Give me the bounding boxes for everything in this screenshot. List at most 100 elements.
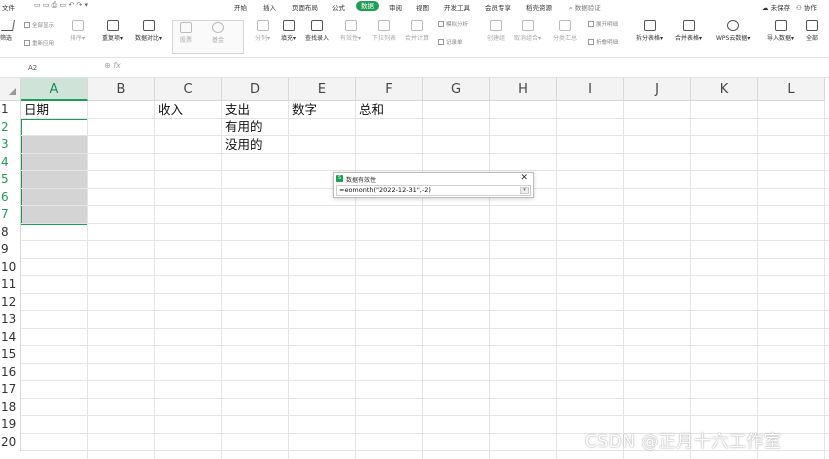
spreadsheet-grid[interactable]: A B C D E F G H I J K L 1 2 3 4 5 6 7 8 9 10 11 12 13 14 15 16 17 18 1… bbox=[0, 78, 829, 459]
collapse-dialog-button[interactable]: ▾ bbox=[520, 187, 529, 194]
column-header-a[interactable]: A bbox=[21, 78, 88, 101]
merge-table-icon bbox=[682, 20, 695, 31]
merge-table-button[interactable]: 合并表格▾ bbox=[675, 20, 702, 42]
filter-button[interactable]: 筛选 bbox=[0, 20, 15, 42]
tab-formula[interactable]: 公式 bbox=[332, 2, 345, 12]
zoom-icon: ⊕ bbox=[104, 61, 114, 70]
column-header-h[interactable]: H bbox=[490, 78, 557, 101]
row-header-18[interactable]: 18 bbox=[0, 398, 21, 416]
row-header-9[interactable]: 9 bbox=[0, 241, 21, 259]
lookup-button[interactable]: 查找录入 bbox=[305, 20, 329, 42]
expand-icon bbox=[588, 21, 594, 27]
column-header-g[interactable]: G bbox=[423, 78, 490, 101]
tab-docer[interactable]: 稻壳资源 bbox=[526, 2, 552, 12]
import-data-button[interactable]: 导入数据▾ bbox=[767, 20, 794, 42]
collaborate-button[interactable]: ⚇ 协作 bbox=[796, 2, 817, 12]
row-header-3[interactable]: 3 bbox=[0, 136, 21, 154]
dropdown-list-button[interactable]: 下拉列表 bbox=[372, 20, 396, 42]
column-header-b[interactable]: B bbox=[88, 78, 155, 101]
cell-d1[interactable]: 支出 bbox=[225, 102, 250, 118]
lookup-icon bbox=[311, 20, 323, 31]
row-header-6[interactable]: 6 bbox=[0, 188, 21, 206]
row-header-4[interactable]: 4 bbox=[0, 153, 21, 171]
row-header-16[interactable]: 16 bbox=[0, 363, 21, 381]
column-header-i[interactable]: I bbox=[557, 78, 624, 101]
ungroup-button[interactable]: 取消组合▾ bbox=[514, 20, 541, 42]
row-header-20[interactable]: 20 bbox=[0, 433, 21, 451]
compare-button[interactable]: 数据对比▾ bbox=[135, 20, 162, 42]
select-all-corner[interactable] bbox=[0, 78, 21, 101]
formula-fx[interactable]: ⊕ fx bbox=[104, 61, 121, 70]
tab-page-layout[interactable]: 页面布局 bbox=[292, 2, 318, 12]
row-header-15[interactable]: 15 bbox=[0, 346, 21, 364]
watermark: CSDN @正月十六工作室 bbox=[585, 432, 782, 452]
tab-data[interactable]: 数据 bbox=[356, 1, 379, 11]
column-header-j[interactable]: J bbox=[624, 78, 691, 101]
formula-input[interactable]: =eomonth("2022-12-31",-2) ▾ bbox=[336, 185, 531, 196]
group-button[interactable]: 创建组 bbox=[487, 20, 505, 42]
row-header-1[interactable]: 1 bbox=[0, 101, 21, 119]
tab-insert[interactable]: 插入 bbox=[263, 2, 276, 12]
tab-view[interactable]: 视图 bbox=[416, 2, 429, 12]
fund-button[interactable]: 基金 bbox=[212, 22, 224, 44]
more-button[interactable]: 全部 bbox=[806, 20, 818, 42]
cell-c1[interactable]: 收入 bbox=[158, 102, 183, 118]
cell-d2[interactable]: 有用的 bbox=[225, 119, 263, 135]
subtotal-button[interactable]: 分类汇总 bbox=[553, 20, 577, 42]
row-header-14[interactable]: 14 bbox=[0, 328, 21, 346]
row-header-19[interactable]: 19 bbox=[0, 416, 21, 434]
row-header-7[interactable]: 7 bbox=[0, 206, 21, 224]
row-header-2[interactable]: 2 bbox=[0, 118, 21, 136]
file-menu[interactable]: 文件 bbox=[2, 2, 15, 12]
expand-detail-button[interactable]: 展开明细 bbox=[588, 20, 618, 28]
row-header-8[interactable]: 8 bbox=[0, 223, 21, 241]
column-header-e[interactable]: E bbox=[289, 78, 356, 101]
menu-bar: 文件 ▭ ▭ ⎙ ▭ ↶ ↷ ▾ 开始 插入 页面布局 公式 数据 审阅 视图 … bbox=[0, 0, 829, 12]
show-all-button[interactable]: 全部显示 bbox=[24, 21, 54, 29]
row-header-5[interactable]: 5 bbox=[0, 171, 21, 189]
close-icon[interactable]: ✕ bbox=[520, 173, 528, 183]
grid-line bbox=[21, 327, 829, 329]
wps-cloud-data-button[interactable]: WPS云数据▾ bbox=[716, 20, 750, 42]
name-box[interactable]: A2 bbox=[6, 61, 96, 75]
active-cell[interactable] bbox=[21, 119, 88, 136]
record-button[interactable]: 记录单 bbox=[438, 38, 463, 46]
split-button[interactable]: 分列▾ bbox=[255, 20, 270, 42]
column-header-l[interactable]: L bbox=[758, 78, 825, 101]
column-header-k[interactable]: K bbox=[691, 78, 758, 101]
row-header-12[interactable]: 12 bbox=[0, 293, 21, 311]
consolidate-button[interactable]: 合并计算 bbox=[405, 20, 429, 42]
fill-button[interactable]: 填充▾ bbox=[281, 20, 296, 42]
row-header-17[interactable]: 17 bbox=[0, 381, 21, 399]
quick-access-icons[interactable]: ▭ ▭ ⎙ ▭ ↶ ↷ ▾ bbox=[34, 1, 88, 10]
unsaved-status[interactable]: ☁ 未保存 bbox=[762, 2, 790, 12]
sort-button[interactable]: 排序▾ bbox=[70, 20, 85, 42]
grid-line bbox=[757, 101, 758, 459]
collapse-detail-button[interactable]: 折叠明细 bbox=[588, 38, 618, 46]
grid-line bbox=[21, 222, 829, 224]
column-header-f[interactable]: F bbox=[356, 78, 423, 101]
cell-d3[interactable]: 没用的 bbox=[225, 137, 263, 153]
validity-button[interactable]: 有效性▾ bbox=[340, 20, 361, 42]
duplicates-button[interactable]: 重复项▾ bbox=[102, 20, 123, 42]
tab-member[interactable]: 会员专享 bbox=[485, 2, 511, 12]
tab-home[interactable]: 开始 bbox=[234, 2, 247, 12]
cell-f1[interactable]: 总和 bbox=[359, 102, 384, 118]
column-header-d[interactable]: D bbox=[222, 78, 289, 101]
cell-a1[interactable]: 日期 bbox=[24, 102, 49, 118]
grid-line bbox=[824, 101, 825, 459]
tab-developer[interactable]: 开发工具 bbox=[444, 2, 470, 12]
row-header-10[interactable]: 10 bbox=[0, 258, 21, 276]
reapply-button[interactable]: 重新应用 bbox=[24, 39, 54, 47]
grid-line bbox=[21, 415, 829, 416]
cell-e1[interactable]: 数字 bbox=[292, 102, 317, 118]
row-header-13[interactable]: 13 bbox=[0, 311, 21, 329]
column-header-c[interactable]: C bbox=[155, 78, 222, 101]
row-header-11[interactable]: 11 bbox=[0, 276, 21, 294]
tab-review[interactable]: 审阅 bbox=[389, 2, 402, 12]
simulate-button[interactable]: 模拟分析 bbox=[438, 20, 468, 28]
grid-line bbox=[21, 170, 829, 171]
split-table-button[interactable]: 拆分表格▾ bbox=[636, 20, 663, 42]
split-icon bbox=[256, 20, 269, 31]
shares-button[interactable]: 股票 bbox=[180, 22, 192, 44]
